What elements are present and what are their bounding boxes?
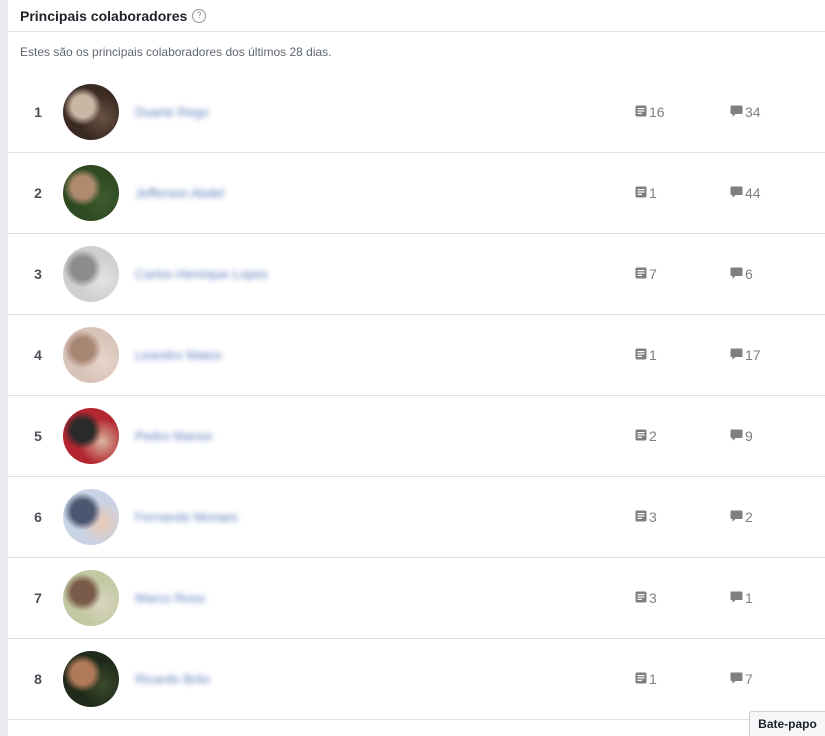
panel-title: Principais colaboradores: [20, 7, 188, 24]
rank-number: 5: [34, 428, 42, 444]
comments-count: 6: [745, 266, 753, 282]
comment-bubble-icon: [730, 185, 745, 201]
contributor-row: 2 Jefferson Abdel 1 44: [8, 153, 825, 234]
posts-count: 16: [649, 104, 665, 120]
comment-bubble-icon: [730, 347, 745, 363]
rank-number: 1: [34, 104, 42, 120]
contributor-name[interactable]: Carlos Henrique Lopes: [135, 267, 268, 282]
post-document-icon: [635, 509, 649, 525]
contributor-name[interactable]: Leandro Matos: [135, 348, 222, 363]
comments-stat: 2: [730, 509, 753, 525]
contributor-row: 4 Leandro Matos 1 17: [8, 315, 825, 396]
post-document-icon: [635, 428, 649, 444]
posts-stat: 3: [635, 509, 657, 525]
comments-stat: 6: [730, 266, 753, 282]
comments-count: 2: [745, 509, 753, 525]
contributor-name[interactable]: Pedro Manso: [135, 429, 212, 444]
posts-count: 3: [649, 590, 657, 606]
avatar[interactable]: [63, 651, 119, 707]
contributor-row: 1 Duarte Rego 16 34: [8, 72, 825, 153]
avatar[interactable]: [63, 408, 119, 464]
post-document-icon: [635, 347, 649, 363]
rank-number: 2: [34, 185, 42, 201]
contributors-list: 1 Duarte Rego 16 34 2 Jefferson Abdel 1 44 3 Carl…: [8, 72, 825, 720]
comment-bubble-icon: [730, 428, 745, 444]
post-document-icon: [635, 266, 649, 282]
avatar[interactable]: [63, 327, 119, 383]
posts-count: 1: [649, 347, 657, 363]
comments-count: 1: [745, 590, 753, 606]
contributor-name[interactable]: Ricardo Brito: [135, 672, 210, 687]
rank-number: 7: [34, 590, 42, 606]
posts-stat: 1: [635, 671, 657, 687]
comments-count: 17: [745, 347, 761, 363]
contributor-row: 3 Carlos Henrique Lopes 7 6: [8, 234, 825, 315]
posts-stat: 16: [635, 104, 665, 120]
comments-stat: 17: [730, 347, 761, 363]
comments-count: 7: [745, 671, 753, 687]
posts-count: 3: [649, 509, 657, 525]
posts-count: 7: [649, 266, 657, 282]
comments-stat: 34: [730, 104, 761, 120]
contributor-name[interactable]: Marco Roso: [135, 591, 205, 606]
post-document-icon: [635, 671, 649, 687]
posts-count: 1: [649, 671, 657, 687]
comment-bubble-icon: [730, 104, 745, 120]
posts-count: 2: [649, 428, 657, 444]
rank-number: 4: [34, 347, 42, 363]
avatar[interactable]: [63, 570, 119, 626]
contributor-name[interactable]: Fernando Moraes: [135, 510, 238, 525]
comments-count: 34: [745, 104, 761, 120]
comments-stat: 7: [730, 671, 753, 687]
posts-count: 1: [649, 185, 657, 201]
posts-stat: 2: [635, 428, 657, 444]
posts-stat: 1: [635, 185, 657, 201]
panel-subtitle: Estes são os principais colaboradores do…: [20, 45, 332, 59]
panel-header: Principais colaboradores ?: [8, 0, 825, 32]
rank-number: 3: [34, 266, 42, 282]
contributor-name[interactable]: Jefferson Abdel: [135, 186, 224, 201]
comments-count: 9: [745, 428, 753, 444]
posts-stat: 7: [635, 266, 657, 282]
chat-tab[interactable]: Bate-papo: [749, 711, 825, 736]
contributor-row: 5 Pedro Manso 2 9: [8, 396, 825, 477]
contributor-row: 8 Ricardo Brito 1 7: [8, 639, 825, 720]
post-document-icon: [635, 185, 649, 201]
rank-number: 8: [34, 671, 42, 687]
avatar[interactable]: [63, 489, 119, 545]
post-document-icon: [635, 104, 649, 120]
comments-stat: 44: [730, 185, 761, 201]
avatar[interactable]: [63, 246, 119, 302]
contributor-row: 7 Marco Roso 3 1: [8, 558, 825, 639]
post-document-icon: [635, 590, 649, 606]
comment-bubble-icon: [730, 671, 745, 687]
rank-number: 6: [34, 509, 42, 525]
posts-stat: 3: [635, 590, 657, 606]
comments-stat: 1: [730, 590, 753, 606]
comment-bubble-icon: [730, 509, 745, 525]
posts-stat: 1: [635, 347, 657, 363]
contributor-name[interactable]: Duarte Rego: [135, 105, 209, 120]
comment-bubble-icon: [730, 590, 745, 606]
comments-count: 44: [745, 185, 761, 201]
comment-bubble-icon: [730, 266, 745, 282]
top-contributors-panel: Principais colaboradores ? Estes são os …: [8, 0, 825, 736]
comments-stat: 9: [730, 428, 753, 444]
avatar[interactable]: [63, 84, 119, 140]
question-circle-icon[interactable]: ?: [192, 8, 207, 23]
contributor-row: 6 Fernando Moraes 3 2: [8, 477, 825, 558]
avatar[interactable]: [63, 165, 119, 221]
